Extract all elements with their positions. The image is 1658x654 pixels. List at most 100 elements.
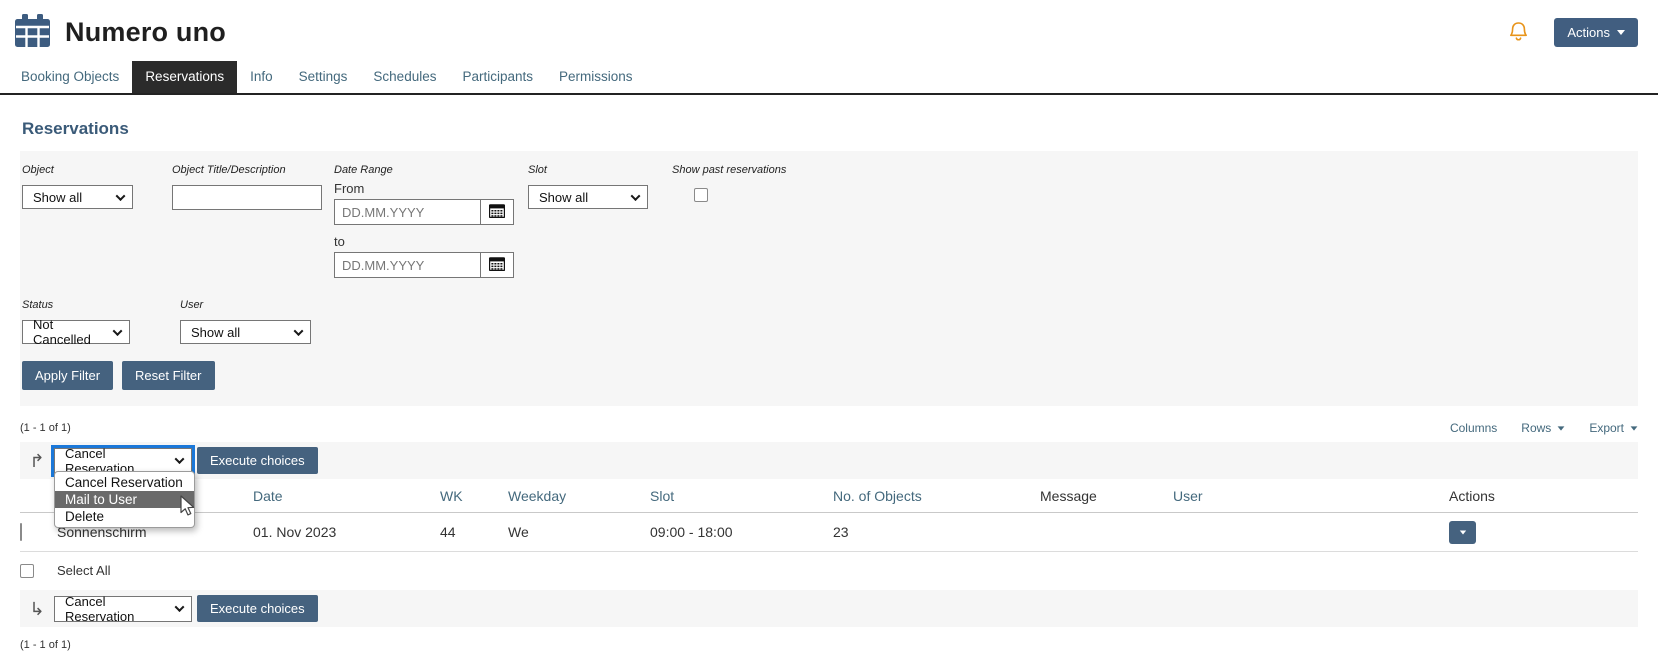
execute-choices-button-top[interactable]: Execute choices [197,447,318,474]
apply-filter-button[interactable]: Apply Filter [22,361,113,390]
column-header-weekday[interactable]: Weekday [508,488,650,504]
date-from-input[interactable] [334,199,481,225]
user-filter-label: User [180,299,311,311]
table-row: Sonnenschirm 01. Nov 2023 44 We 09:00 - … [20,513,1638,552]
filter-slot: Slot Show all [528,164,672,209]
status-filter-label: Status [22,299,180,311]
user-filter-select[interactable]: Show all [180,320,311,344]
main-content: Reservations Object Show all Object Titl… [0,119,1658,651]
bulk-action-selected-value: Cancel Reservation [65,594,166,624]
slot-filter-label: Slot [528,164,672,176]
calendar-app-icon [14,14,51,51]
result-count-bottom: (1 - 1 of 1) [20,639,71,651]
bulk-action-bar-bottom: ↳ Cancel Reservation Execute choices [20,590,1638,627]
bulk-action-select-bottom[interactable]: Cancel Reservation [54,596,192,622]
select-all-label: Select All [57,563,110,578]
rows-link-label: Rows [1521,421,1551,435]
bell-icon[interactable] [1509,21,1528,45]
object-filter-label: Object [22,164,172,176]
tab-settings[interactable]: Settings [286,61,361,93]
column-header-actions: Actions [1449,488,1638,504]
tab-schedules[interactable]: Schedules [360,61,449,93]
date-from-label: From [334,181,528,196]
date-to-calendar-button[interactable] [480,252,514,278]
export-link[interactable]: Export [1589,421,1638,435]
table-header-row: Date WK Weekday Slot No. of Objects Mess… [20,479,1638,513]
filter-status: Status Not Cancelled [22,299,180,344]
chevron-down-icon [1459,530,1465,534]
chevron-down-icon [631,191,641,201]
cell-slot: 09:00 - 18:00 [650,524,833,540]
result-count-top: (1 - 1 of 1) [20,422,71,434]
tab-info[interactable]: Info [237,61,286,93]
row-checkbox[interactable] [20,523,22,541]
tab-booking-objects[interactable]: Booking Objects [8,61,132,93]
reset-filter-button[interactable]: Reset Filter [122,361,214,390]
rows-link[interactable]: Rows [1521,421,1565,435]
select-all-row: Select All [20,563,1638,578]
cell-actions [1449,521,1638,544]
column-header-message: Message [1040,488,1173,504]
apply-up-arrow-icon: ↱ [20,452,54,470]
row-actions-button[interactable] [1449,521,1476,544]
cell-weekday: We [508,524,650,540]
title-filter-input[interactable] [172,185,322,210]
chevron-down-icon [175,602,185,612]
calendar-icon [489,204,505,221]
chevron-down-icon [1558,426,1565,430]
show-past-checkbox[interactable] [694,188,708,202]
filter-object: Object Show all [22,164,172,209]
status-filter-value: Not Cancelled [33,317,104,347]
menu-item-cancel-reservation[interactable]: Cancel Reservation [55,474,194,491]
cell-date: 01. Nov 2023 [253,524,440,540]
apply-down-arrow-icon: ↳ [20,600,54,618]
status-filter-select[interactable]: Not Cancelled [22,320,130,344]
mouse-cursor-icon [179,495,196,520]
chevron-down-icon [113,326,123,336]
tab-reservations[interactable]: Reservations [132,61,237,93]
export-link-label: Export [1589,421,1624,435]
actions-button[interactable]: Actions [1554,18,1638,47]
chevron-down-icon [1631,426,1638,430]
menu-item-delete[interactable]: Delete [55,508,194,525]
columns-link-label: Columns [1450,421,1497,435]
title-filter-label: Object Title/Description [172,164,334,176]
slot-filter-select[interactable]: Show all [528,185,648,209]
date-to-input[interactable] [334,252,481,278]
column-header-user[interactable]: User [1173,488,1449,504]
menu-item-mail-to-user[interactable]: Mail to User [55,491,194,508]
chevron-down-icon [175,454,185,464]
results-meta: (1 - 1 of 1) Columns Rows Export [20,421,1638,435]
section-heading: Reservations [22,119,1638,139]
column-header-objects[interactable]: No. of Objects [833,488,1040,504]
filter-date-range: Date Range From [334,164,528,278]
columns-link[interactable]: Columns [1450,421,1497,435]
reservations-table: Date WK Weekday Slot No. of Objects Mess… [20,479,1638,552]
calendar-icon [489,257,505,274]
column-header-date[interactable]: Date [253,488,440,504]
execute-choices-button-bottom[interactable]: Execute choices [197,595,318,622]
filter-title: Object Title/Description [172,164,334,210]
object-filter-select[interactable]: Show all [22,185,133,209]
table-tools: Columns Rows Export [1450,421,1638,435]
column-header-slot[interactable]: Slot [650,488,833,504]
tab-participants[interactable]: Participants [449,61,546,93]
tab-permissions[interactable]: Permissions [546,61,646,93]
bulk-action-dropdown-menu: Cancel Reservation Mail to User Delete [54,471,195,528]
chevron-down-icon [1617,30,1625,35]
tab-bar: Booking Objects Reservations Info Settin… [0,61,1658,95]
chevron-down-icon [294,326,304,336]
actions-button-label: Actions [1567,25,1610,40]
date-from-calendar-button[interactable] [480,199,514,225]
date-range-label: Date Range [334,164,528,176]
show-past-label: Show past reservations [672,164,786,176]
object-filter-value: Show all [33,190,82,205]
filter-panel: Object Show all Object Title/Description… [20,151,1638,406]
column-header-wk[interactable]: WK [440,488,508,504]
slot-filter-value: Show all [539,190,588,205]
cell-wk: 44 [440,524,508,540]
select-all-checkbox[interactable] [20,564,34,578]
bulk-action-select-top[interactable]: Cancel Reservation [54,448,192,474]
row-checkbox-cell [20,524,57,540]
date-to-label: to [334,234,528,249]
